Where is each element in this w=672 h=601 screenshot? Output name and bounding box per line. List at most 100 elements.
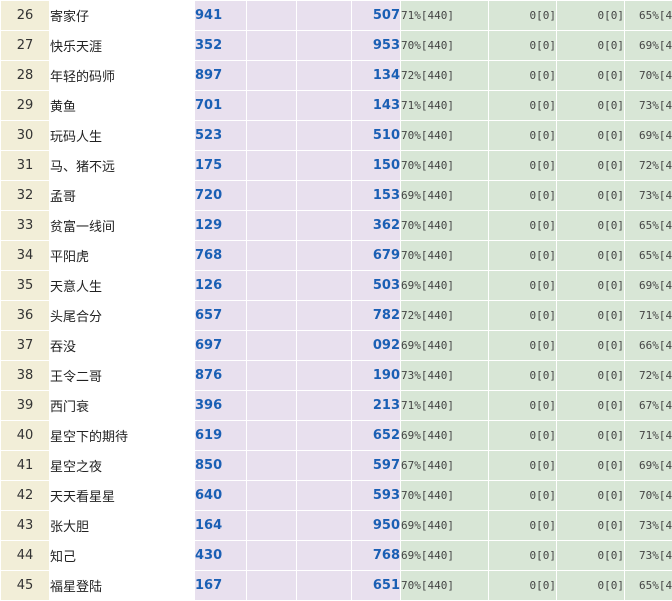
stat-cell-4: 65%[440]	[625, 241, 672, 271]
stat-cell-3: 0[0]	[557, 241, 625, 271]
number-b-cell: 652	[352, 421, 401, 451]
empty-cell	[297, 541, 352, 571]
table-row: 38王令二哥87619073%[440]0[0]0[0]72%[440]	[1, 361, 672, 391]
stat-cell-1: 71%[440]	[401, 91, 489, 121]
empty-cell	[297, 211, 352, 241]
table-row: 33贫富一线间12936270%[440]0[0]0[0]65%[440]	[1, 211, 672, 241]
rank-cell: 41	[1, 451, 50, 481]
stat-cell-4: 71%[440]	[625, 301, 672, 331]
empty-cell	[247, 1, 297, 31]
number-a-cell: 941	[195, 1, 247, 31]
name-cell: 知己	[50, 541, 193, 571]
table-row: 31马、猪不远17515070%[440]0[0]0[0]72%[440]	[1, 151, 672, 181]
name-cell: 星空之夜	[50, 451, 193, 481]
name-cell: 孟哥	[50, 181, 193, 211]
stat-cell-4: 69%[440]	[625, 31, 672, 61]
number-a-cell: 701	[195, 91, 247, 121]
empty-cell	[297, 61, 352, 91]
stat-cell-3: 0[0]	[557, 511, 625, 541]
stat-cell-1: 72%[440]	[401, 61, 489, 91]
empty-cell	[297, 91, 352, 121]
stat-cell-4: 67%[440]	[625, 391, 672, 421]
stat-cell-1: 73%[440]	[401, 361, 489, 391]
stat-cell-3: 0[0]	[557, 211, 625, 241]
number-a-cell: 768	[195, 241, 247, 271]
ranking-table-body: 26寄家仔94150771%[440]0[0]0[0]65%[440]27快乐天…	[1, 1, 672, 601]
empty-cell	[297, 421, 352, 451]
number-b-cell: 593	[352, 481, 401, 511]
stat-cell-2: 0[0]	[489, 451, 557, 481]
name-cell: 张大胆	[50, 511, 193, 541]
empty-cell	[247, 511, 297, 541]
stat-cell-4: 73%[440]	[625, 91, 672, 121]
stat-cell-2: 0[0]	[489, 421, 557, 451]
stat-cell-3: 0[0]	[557, 301, 625, 331]
rank-cell: 28	[1, 61, 50, 91]
rank-cell: 37	[1, 331, 50, 361]
stat-cell-1: 70%[440]	[401, 241, 489, 271]
name-cell: 寄家仔	[50, 1, 193, 31]
stat-cell-1: 71%[440]	[401, 391, 489, 421]
stat-cell-3: 0[0]	[557, 151, 625, 181]
empty-cell	[247, 571, 297, 601]
empty-cell	[247, 361, 297, 391]
stat-cell-1: 69%[440]	[401, 511, 489, 541]
empty-cell	[297, 1, 352, 31]
stat-cell-2: 0[0]	[489, 181, 557, 211]
stat-cell-3: 0[0]	[557, 271, 625, 301]
empty-cell	[297, 31, 352, 61]
stat-cell-2: 0[0]	[489, 121, 557, 151]
table-row: 26寄家仔94150771%[440]0[0]0[0]65%[440]	[1, 1, 672, 31]
stat-cell-2: 0[0]	[489, 151, 557, 181]
stat-cell-2: 0[0]	[489, 541, 557, 571]
stat-cell-4: 69%[440]	[625, 121, 672, 151]
rank-cell: 27	[1, 31, 50, 61]
empty-cell	[247, 61, 297, 91]
number-a-cell: 129	[195, 211, 247, 241]
number-a-cell: 396	[195, 391, 247, 421]
stat-cell-2: 0[0]	[489, 241, 557, 271]
empty-cell	[297, 511, 352, 541]
number-a-cell: 126	[195, 271, 247, 301]
stat-cell-4: 65%[440]	[625, 571, 672, 601]
rank-cell: 29	[1, 91, 50, 121]
number-b-cell: 213	[352, 391, 401, 421]
number-b-cell: 950	[352, 511, 401, 541]
number-a-cell: 167	[195, 571, 247, 601]
number-a-cell: 897	[195, 61, 247, 91]
rank-cell: 26	[1, 1, 50, 31]
rank-cell: 45	[1, 571, 50, 601]
empty-cell	[297, 391, 352, 421]
stat-cell-1: 69%[440]	[401, 541, 489, 571]
number-a-cell: 164	[195, 511, 247, 541]
stat-cell-3: 0[0]	[557, 361, 625, 391]
table-row: 30玩码人生52351070%[440]0[0]0[0]69%[440]	[1, 121, 672, 151]
stat-cell-1: 70%[440]	[401, 571, 489, 601]
stat-cell-4: 73%[440]	[625, 511, 672, 541]
stat-cell-3: 0[0]	[557, 571, 625, 601]
rank-cell: 33	[1, 211, 50, 241]
stat-cell-3: 0[0]	[557, 541, 625, 571]
stat-cell-3: 0[0]	[557, 451, 625, 481]
empty-cell	[247, 211, 297, 241]
stat-cell-4: 69%[440]	[625, 451, 672, 481]
stat-cell-2: 0[0]	[489, 1, 557, 31]
empty-cell	[247, 91, 297, 121]
table-row: 36头尾合分65778272%[440]0[0]0[0]71%[440]	[1, 301, 672, 331]
number-a-cell: 175	[195, 151, 247, 181]
number-b-cell: 679	[352, 241, 401, 271]
stat-cell-4: 70%[440]	[625, 481, 672, 511]
name-cell: 快乐天涯	[50, 31, 193, 61]
empty-cell	[297, 481, 352, 511]
name-cell: 黄鱼	[50, 91, 193, 121]
number-b-cell: 651	[352, 571, 401, 601]
name-cell: 西门衰	[50, 391, 193, 421]
number-b-cell: 597	[352, 451, 401, 481]
empty-cell	[297, 451, 352, 481]
number-b-cell: 143	[352, 91, 401, 121]
name-cell: 头尾合分	[50, 301, 193, 331]
number-b-cell: 507	[352, 1, 401, 31]
name-cell: 贫富一线间	[50, 211, 193, 241]
stat-cell-1: 69%[440]	[401, 331, 489, 361]
stat-cell-4: 65%[440]	[625, 1, 672, 31]
